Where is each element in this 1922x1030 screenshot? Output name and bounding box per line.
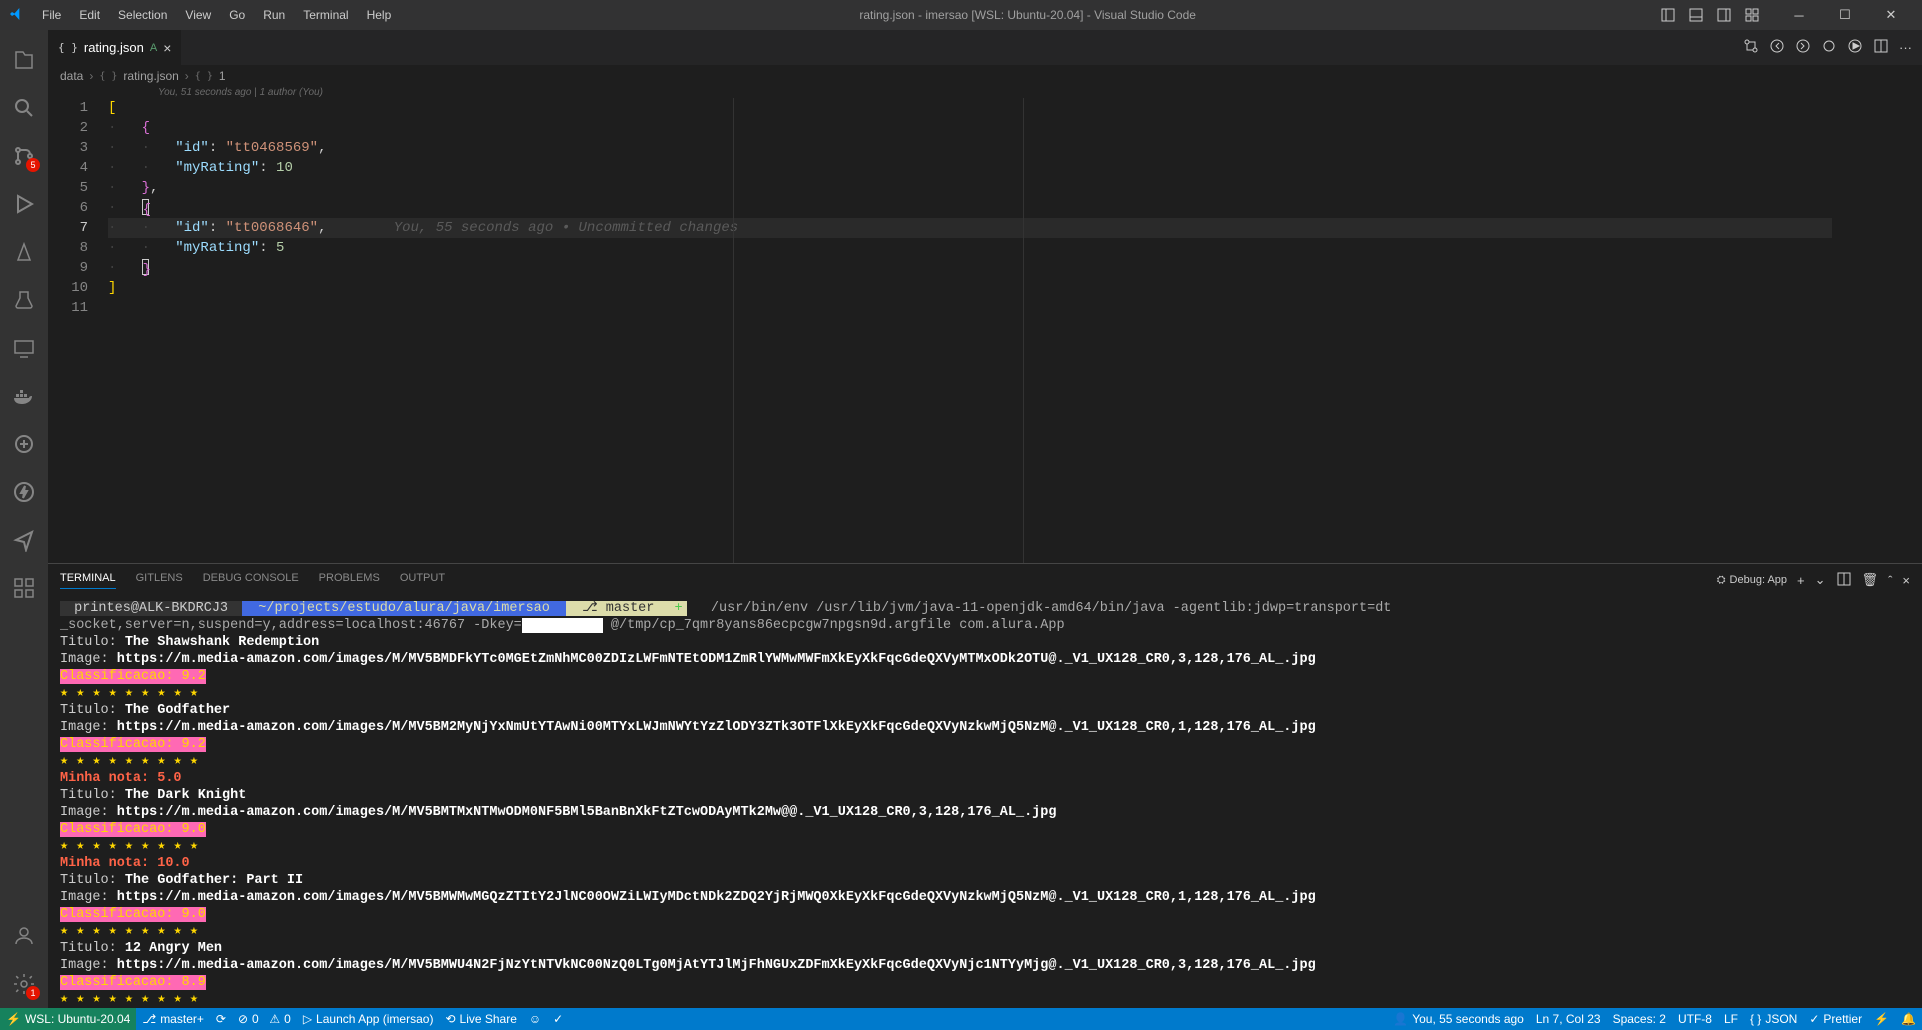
panel-tab-problems[interactable]: PROBLEMS	[319, 572, 380, 588]
gitlens-file-annotation: You, 51 seconds ago | 1 author (You)	[48, 87, 1922, 98]
indentation[interactable]: Spaces: 2	[1607, 1008, 1672, 1030]
remote-icon[interactable]	[0, 324, 48, 372]
more-actions-icon[interactable]: ···	[1899, 40, 1912, 55]
remote-indicator[interactable]: ⚡WSL: Ubuntu-20.04	[0, 1008, 136, 1030]
prev-change-icon[interactable]	[1769, 38, 1785, 57]
chevron-right-icon: ›	[185, 69, 189, 83]
menu-help[interactable]: Help	[359, 4, 400, 26]
scm-badge: 5	[26, 158, 40, 172]
settings-badge: 1	[26, 986, 40, 1000]
menu-edit[interactable]: Edit	[71, 4, 108, 26]
editor[interactable]: 1 2 3 4 5 6 7 8 9 10 11 [ · { · · "id": …	[48, 98, 1922, 563]
menu-go[interactable]: Go	[221, 4, 253, 26]
toggle-primary-sidebar-icon[interactable]	[1656, 4, 1680, 26]
language-mode[interactable]: { } JSON	[1744, 1008, 1803, 1030]
minimize-button[interactable]: ─	[1776, 0, 1822, 30]
activity-bar: 5 1	[0, 30, 48, 1008]
close-panel-icon[interactable]: ×	[1902, 573, 1910, 588]
new-terminal-icon[interactable]: +	[1797, 573, 1805, 588]
run-file-icon[interactable]	[1847, 38, 1863, 57]
next-change-icon[interactable]	[1795, 38, 1811, 57]
live-share[interactable]: ⟲ Live Share	[439, 1008, 522, 1030]
tab-rating-json[interactable]: { } rating.json A ×	[48, 30, 182, 65]
feedback-icon[interactable]: ☺	[523, 1008, 547, 1030]
menu-terminal[interactable]: Terminal	[295, 4, 356, 26]
editor-tabs: { } rating.json A × ···	[48, 30, 1922, 65]
json-file-icon: { }	[99, 71, 117, 82]
encoding[interactable]: UTF-8	[1672, 1008, 1718, 1030]
menu-file[interactable]: File	[34, 4, 69, 26]
split-terminal-icon[interactable]	[1836, 571, 1852, 590]
customize-layout-icon[interactable]	[1740, 4, 1764, 26]
panel-tab-output[interactable]: OUTPUT	[400, 572, 445, 588]
window-title: rating.json - imersao [WSL: Ubuntu-20.04…	[399, 8, 1656, 22]
panel: TERMINAL GITLENS DEBUG CONSOLE PROBLEMS …	[48, 563, 1922, 1008]
split-editor-icon[interactable]	[1873, 38, 1889, 57]
layout-controls	[1656, 4, 1764, 26]
titlebar: File Edit Selection View Go Run Terminal…	[0, 0, 1922, 30]
maximize-panel-icon[interactable]: ˆ	[1888, 573, 1892, 588]
kill-terminal-icon[interactable]: 🗑	[1862, 572, 1879, 588]
minimap[interactable]	[1832, 98, 1922, 563]
breadcrumb-file[interactable]: rating.json	[123, 69, 178, 83]
errors-warnings[interactable]: ⊘ 0 ⚠ 0	[232, 1008, 297, 1030]
explorer-icon[interactable]	[0, 36, 48, 84]
share-icon[interactable]	[0, 516, 48, 564]
source-control-icon[interactable]: 5	[0, 132, 48, 180]
breadcrumb-path[interactable]: 1	[219, 69, 226, 83]
toggle-panel-icon[interactable]	[1684, 4, 1708, 26]
accounts-icon[interactable]	[0, 912, 48, 960]
panel-tab-debug-console[interactable]: DEBUG CONSOLE	[203, 572, 299, 588]
breadcrumb[interactable]: data › { } rating.json › { } 1	[48, 65, 1922, 87]
menu-run[interactable]: Run	[255, 4, 293, 26]
panel-tab-gitlens[interactable]: GITLENS	[136, 572, 183, 588]
bell-icon[interactable]: 🔔	[1895, 1008, 1922, 1030]
toggle-icon[interactable]	[1821, 38, 1837, 57]
json-file-icon: { }	[58, 41, 78, 54]
prettier-status[interactable]: ✓ Prettier	[1803, 1008, 1868, 1030]
panel-tabs: TERMINAL GITLENS DEBUG CONSOLE PROBLEMS …	[48, 564, 1922, 596]
remote-explorer-icon[interactable]	[0, 228, 48, 276]
generate-icon[interactable]	[0, 420, 48, 468]
sync-icon[interactable]: ⟳	[210, 1008, 232, 1030]
docker-icon[interactable]	[0, 372, 48, 420]
close-tab-icon[interactable]: ×	[163, 40, 171, 56]
debug-config-dropdown[interactable]: ⛭ Debug: App	[1717, 574, 1787, 587]
thunder-icon[interactable]	[0, 468, 48, 516]
git-compare-icon[interactable]	[1743, 38, 1759, 57]
vscode-logo-icon	[8, 6, 26, 24]
panel-tab-terminal[interactable]: TERMINAL	[60, 572, 116, 589]
code-content[interactable]: [ · { · · "id": "tt0468569", · · "myRati…	[108, 98, 1832, 563]
settings-gear-icon[interactable]: 1	[0, 960, 48, 1008]
run-debug-icon[interactable]	[0, 180, 48, 228]
toggle-secondary-sidebar-icon[interactable]	[1712, 4, 1736, 26]
git-branch[interactable]: ⎇ master+	[136, 1008, 210, 1030]
search-icon[interactable]	[0, 84, 48, 132]
chevron-right-icon: ›	[89, 69, 93, 83]
terminal-content[interactable]: printes@ALK-BKDRCJ3 ~/projects/estudo/al…	[48, 596, 1922, 1008]
eol[interactable]: LF	[1718, 1008, 1744, 1030]
notifications-icon[interactable]: ⚡	[1868, 1008, 1895, 1030]
cursor-position[interactable]: Ln 7, Col 23	[1530, 1008, 1607, 1030]
testing-icon[interactable]	[0, 276, 48, 324]
extensions-icon[interactable]	[0, 564, 48, 612]
check-icon[interactable]: ✓	[547, 1008, 569, 1030]
menubar: File Edit Selection View Go Run Terminal…	[34, 4, 399, 26]
tab-git-status: A	[150, 42, 157, 54]
launch-config[interactable]: ▷ Launch App (imersao)	[297, 1008, 440, 1030]
line-gutter: 1 2 3 4 5 6 7 8 9 10 11	[48, 98, 108, 563]
close-window-button[interactable]: ✕	[1868, 0, 1914, 30]
menu-selection[interactable]: Selection	[110, 4, 175, 26]
statusbar: ⚡WSL: Ubuntu-20.04 ⎇ master+ ⟳ ⊘ 0 ⚠ 0 ▷…	[0, 1008, 1922, 1030]
maximize-button[interactable]: ☐	[1822, 0, 1868, 30]
brace-icon: { }	[195, 71, 213, 82]
git-blame-status[interactable]: 👤 You, 55 seconds ago	[1387, 1008, 1530, 1030]
tab-label: rating.json	[84, 40, 144, 55]
breadcrumb-folder[interactable]: data	[60, 69, 83, 83]
terminal-dropdown-icon[interactable]: ⌄	[1815, 572, 1826, 588]
menu-view[interactable]: View	[177, 4, 219, 26]
